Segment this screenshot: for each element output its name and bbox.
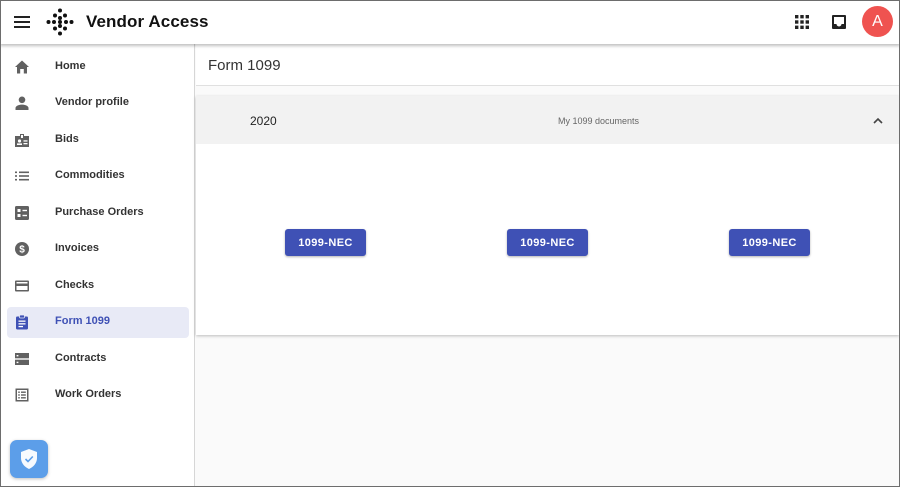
inbox-icon[interactable] (829, 12, 849, 32)
sidebar-item-label: Invoices (55, 242, 100, 254)
svg-text:$: $ (19, 245, 25, 256)
sidebar-item-invoices[interactable]: $ Invoices (7, 234, 189, 265)
sidebar-item-label: Commodities (55, 169, 125, 181)
sidebar-item-checks[interactable]: Checks (7, 271, 189, 302)
sidebar-item-label: Vendor profile (55, 96, 129, 108)
diamond-dots-logo[interactable] (46, 8, 74, 36)
badge-icon (13, 131, 31, 149)
sidebar-nav: Home Vendor profile Bids Commodities Pur… (0, 44, 195, 487)
sidebar-item-vendor-profile[interactable]: Vendor profile (7, 88, 189, 119)
sidebar-item-bids[interactable]: Bids (7, 125, 189, 156)
user-avatar[interactable]: A (862, 6, 893, 37)
sidebar-item-contracts[interactable]: Contracts (7, 344, 189, 375)
top-app-bar: Vendor Access A (0, 0, 900, 44)
sidebar-item-form-1099[interactable]: Form 1099 (7, 307, 189, 338)
sidebar-item-label: Bids (55, 133, 79, 145)
panel-description: My 1099 documents (558, 116, 640, 126)
home-icon (13, 58, 31, 76)
sidebar-item-purchase-orders[interactable]: Purchase Orders (7, 198, 189, 229)
page-title-bar: Form 1099 (196, 44, 899, 86)
panel-year: 2020 (250, 114, 277, 128)
sidebar-item-label: Contracts (55, 352, 107, 364)
hamburger-menu-icon[interactable] (12, 12, 32, 32)
credit-card-icon (13, 277, 31, 295)
sidebar-item-label: Work Orders (55, 388, 122, 400)
dollar-coin-icon: $ (13, 240, 31, 258)
shield-check-icon[interactable] (10, 440, 48, 478)
sidebar-item-label: Form 1099 (55, 315, 111, 327)
sidebar-item-label: Checks (55, 279, 95, 291)
download-1099-nec-button[interactable]: 1099-NEC (285, 229, 366, 256)
clipboard-icon (13, 313, 31, 331)
order-list-icon (13, 204, 31, 222)
checklist-icon (13, 386, 31, 404)
expansion-panel: 2020 My 1099 documents 1099-NEC 1099-NEC… (196, 96, 899, 335)
sidebar-item-commodities[interactable]: Commodities (7, 161, 189, 192)
apps-grid-icon[interactable] (792, 12, 812, 32)
app-title: Vendor Access (86, 12, 209, 31)
chevron-up-icon[interactable] (872, 114, 884, 126)
panel-header[interactable]: 2020 My 1099 documents (196, 96, 899, 144)
sidebar-item-work-orders[interactable]: Work Orders (7, 380, 189, 411)
storage-icon (13, 350, 31, 368)
person-icon (13, 94, 31, 112)
page-title: Form 1099 (208, 57, 281, 74)
sidebar-item-label: Home (55, 60, 86, 72)
download-1099-nec-button[interactable]: 1099-NEC (729, 229, 810, 256)
download-1099-nec-button[interactable]: 1099-NEC (507, 229, 588, 256)
list-icon (13, 167, 31, 185)
sidebar-item-home[interactable]: Home (7, 52, 189, 83)
main-content: Form 1099 2020 My 1099 documents 1099-NE… (196, 44, 899, 487)
sidebar-item-label: Purchase Orders (55, 206, 144, 218)
